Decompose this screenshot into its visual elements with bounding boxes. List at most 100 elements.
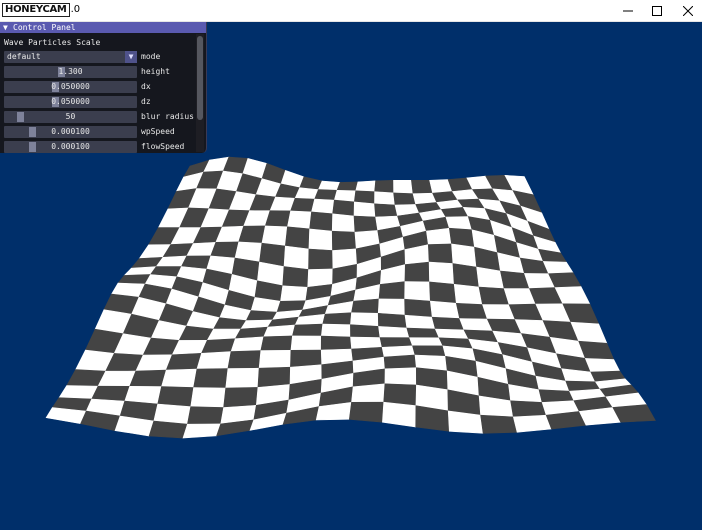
checker-tile (445, 216, 473, 231)
close-icon (683, 5, 693, 16)
blur-radius-label: blur radius (141, 112, 194, 121)
checker-tile (374, 203, 398, 218)
checker-tile (404, 314, 436, 330)
scrollbar-thumb[interactable] (197, 36, 203, 120)
checker-tile (157, 386, 194, 408)
checker-tile (382, 401, 417, 428)
mode-row: default ▼ mode (4, 51, 194, 63)
checker-tile (404, 298, 433, 318)
checker-tile (190, 387, 227, 408)
height-slider[interactable]: 1.300 (4, 66, 137, 78)
checker-tile (452, 263, 480, 288)
panel-scrollbar[interactable] (196, 34, 204, 152)
checker-tile (429, 300, 460, 319)
checker-tile (322, 312, 352, 326)
checker-tile (331, 230, 357, 251)
checker-tile (383, 383, 417, 407)
checker-tile (331, 213, 356, 233)
checker-tile (428, 261, 455, 285)
dx-label: dx (141, 82, 151, 91)
checker-tile (287, 210, 312, 230)
checker-tile (260, 335, 293, 351)
checker-tile (353, 201, 376, 218)
mode-combo[interactable]: default ▼ (4, 51, 137, 63)
flowspeed-label: flowSpeed (141, 142, 185, 151)
blur-radius-slider[interactable]: 50 (4, 111, 137, 123)
flowspeed-value: 0.000100 (51, 142, 90, 151)
checker-tile (299, 176, 323, 190)
checker-tile (393, 180, 414, 195)
checker-tile (404, 281, 431, 302)
checker-tile (309, 211, 333, 232)
dz-slider[interactable]: 0.050000 (4, 96, 137, 108)
app-title: HONEYCAM .0 (2, 2, 80, 17)
checker-tile (308, 248, 334, 270)
dz-label: dz (141, 97, 151, 106)
control-panel: ▼ Control Panel Wave Particles Scale def… (0, 22, 207, 153)
checker-tile (377, 298, 406, 316)
dz-row: 0.050000 dz (4, 96, 194, 108)
checker-tile (355, 180, 376, 193)
flowspeed-row: 0.000100 flowSpeed (4, 141, 194, 153)
checker-tile (292, 323, 324, 337)
close-button[interactable] (673, 0, 702, 21)
checker-tile (378, 326, 410, 339)
checker-tile (283, 245, 310, 270)
minimize-button[interactable] (613, 0, 643, 21)
checker-tile (223, 387, 259, 408)
checker-tile (350, 324, 381, 338)
dx-slider[interactable]: 0.050000 (4, 81, 137, 93)
checker-tile (58, 385, 99, 400)
section-title: Wave Particles Scale (4, 38, 101, 47)
checker-tile (612, 404, 656, 423)
checker-tile (282, 266, 309, 288)
height-value: 1.300 (58, 67, 83, 76)
checker-tile (161, 368, 198, 388)
wpspeed-value: 0.000100 (51, 127, 90, 136)
checker-tile (350, 336, 383, 350)
checker-tile (377, 312, 408, 329)
checker-tile (406, 327, 440, 339)
checker-tile (412, 345, 446, 357)
checker-tile (193, 368, 229, 389)
wpspeed-slider[interactable]: 0.000100 (4, 126, 137, 138)
height-row: 1.300 height (4, 66, 194, 78)
blur-radius-value: 50 (65, 112, 76, 121)
checker-tile (427, 243, 454, 264)
checker-tile (227, 350, 262, 369)
checker-tile (263, 324, 296, 338)
checker-tile (431, 316, 465, 331)
checker-tile (409, 337, 444, 347)
checker-tile (129, 369, 167, 387)
triangle-down-icon[interactable]: ▼ (3, 22, 8, 33)
checker-tile (258, 349, 292, 369)
checker-tile (187, 406, 224, 425)
flowspeed-slider[interactable]: 0.000100 (4, 141, 137, 153)
checker-tile (311, 198, 335, 215)
dz-value: 0.050000 (51, 97, 90, 106)
blur-radius-row: 50 blur radius (4, 111, 194, 123)
maximize-button[interactable] (642, 0, 672, 21)
mode-label: mode (141, 52, 161, 61)
checker-tile (245, 310, 278, 321)
checker-tile (210, 241, 240, 259)
checker-tile (426, 227, 452, 245)
checker-tile (320, 323, 351, 338)
checker-tile (332, 199, 355, 217)
checker-tile (336, 181, 359, 192)
checker-tile (351, 298, 380, 314)
wpspeed-row: 0.000100 wpSpeed (4, 126, 194, 138)
checker-tile (378, 281, 406, 300)
control-panel-header[interactable]: ▼ Control Panel (0, 22, 206, 33)
control-panel-title: Control Panel (13, 23, 76, 32)
mode-value: default (7, 52, 41, 61)
dropdown-arrow-icon[interactable]: ▼ (125, 51, 137, 63)
checker-tile (353, 190, 375, 205)
checker-tile (225, 367, 260, 389)
minimize-icon (623, 10, 633, 11)
checker-tile (510, 400, 547, 418)
checker-tile (261, 225, 288, 247)
wpspeed-label: wpSpeed (141, 127, 175, 136)
checker-tile (404, 261, 430, 283)
checker-tile (165, 352, 202, 371)
